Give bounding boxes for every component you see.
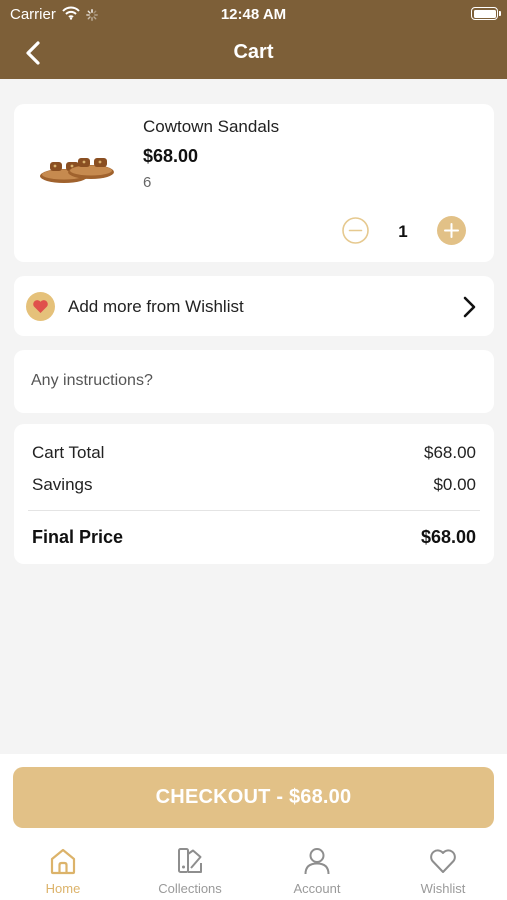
cart-total-value: $68.00 (424, 443, 476, 462)
savings-value: $0.00 (433, 475, 476, 494)
product-image[interactable] (38, 140, 118, 195)
tab-home-label: Home (45, 881, 81, 896)
savings-label: Savings (32, 475, 93, 494)
heart-icon (26, 292, 55, 321)
cart-total-label: Cart Total (32, 443, 105, 462)
tab-account[interactable]: Account (254, 846, 380, 896)
plus-icon (437, 216, 466, 245)
heart-outline-icon (430, 849, 456, 873)
summary-divider (28, 510, 480, 511)
cart-item-card: Cowtown Sandals $68.00 6 1 (14, 104, 494, 262)
tab-account-label: Account (293, 881, 341, 896)
tab-home[interactable]: Home (0, 846, 126, 896)
decrease-quantity-button[interactable] (342, 217, 369, 244)
instructions-card (14, 350, 494, 413)
nav-bar: Cart (0, 28, 507, 79)
page-title: Cart (233, 41, 274, 63)
final-price-label: Final Price (32, 527, 124, 547)
account-icon (304, 848, 330, 875)
collections-icon (178, 848, 202, 873)
sandal-image (40, 158, 114, 183)
tab-wishlist[interactable]: Wishlist (380, 846, 506, 896)
wishlist-label: Add more from Wishlist (68, 297, 244, 316)
checkout-button[interactable]: CHECKOUT - $68.00 (13, 767, 494, 828)
product-name[interactable]: Cowtown Sandals (143, 117, 279, 137)
status-time: 12:48 AM (220, 6, 287, 23)
increase-quantity-button[interactable] (437, 216, 466, 245)
final-price-value: $68.00 (420, 527, 476, 547)
product-variant: 6 (143, 174, 152, 191)
tab-wishlist-label: Wishlist (420, 881, 466, 896)
quantity-value: 1 (398, 222, 408, 241)
instructions-input[interactable] (28, 366, 478, 396)
tab-collections[interactable]: Collections (127, 846, 253, 896)
home-icon (50, 848, 76, 875)
status-bar: Carrier 12:48 AM (0, 0, 507, 28)
bottom-panel: CHECKOUT - $68.00 Home Collections Accou… (0, 754, 507, 900)
minus-icon (342, 217, 369, 244)
chevron-right-icon (460, 295, 478, 319)
battery-icon (471, 7, 501, 20)
price-summary-card: Cart Total $68.00 Savings $0.00 Final Pr… (14, 424, 494, 564)
tab-collections-label: Collections (158, 881, 222, 896)
add-from-wishlist-row[interactable]: Add more from Wishlist (14, 276, 494, 336)
product-price: $68.00 (143, 146, 199, 166)
